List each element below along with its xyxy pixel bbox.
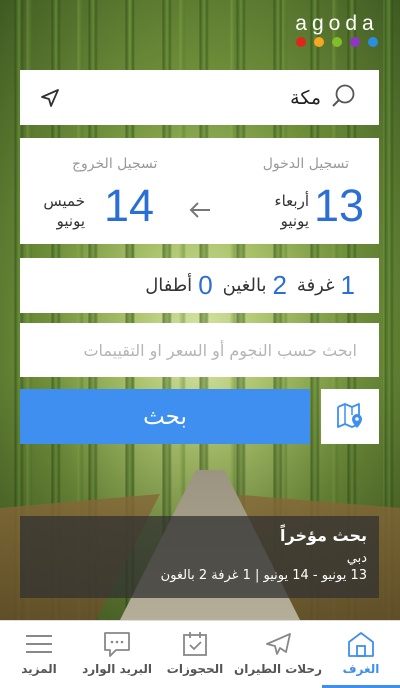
checkin-month: يونيو (280, 212, 309, 230)
arrow-left-icon (188, 200, 212, 224)
logo-dot (332, 37, 342, 47)
building-icon (344, 629, 378, 659)
checkout-label: تسجيل الخروج (72, 156, 158, 172)
checkout-date[interactable]: تسجيل الخروج 14 خميس يونيو (20, 138, 180, 244)
nav-item-rooms[interactable]: الغرف (321, 621, 400, 688)
adults-count: 2 (272, 270, 287, 300)
nav-label: المزيد (21, 662, 57, 676)
filter-placeholder: ابحث حسب النجوم أو السعر او التقييمات (83, 340, 357, 360)
destination-city: مكة (290, 86, 321, 109)
rooms-label: غرفة (296, 275, 335, 296)
nav-label: الغرف (342, 662, 380, 676)
checkin-label: تسجيل الدخول (262, 156, 349, 172)
map-pin-icon (335, 400, 365, 434)
menu-icon (22, 629, 56, 659)
guests-selector[interactable]: 1 غرفة 2 بالغين 0 أطفال (20, 258, 379, 313)
chat-icon (100, 629, 134, 659)
dates-selector[interactable]: تسجيل الدخول 13 أربعاء يونيو تسجيل الخرو… (20, 138, 379, 244)
checkout-month: يونيو (56, 212, 85, 230)
recent-city: دبي (346, 551, 367, 566)
recent-search-card[interactable]: بحث مؤخراً دبي 13 يونيو - 14 يونيو | 1 غ… (20, 516, 379, 598)
nav-label: الحجوزات (166, 662, 224, 676)
logo-dot (314, 37, 324, 47)
logo-dot (350, 37, 360, 47)
nav-item-inbox[interactable]: البريد الوارد (78, 621, 156, 688)
destination-search-field[interactable]: مكة (20, 70, 379, 125)
filter-field[interactable]: ابحث حسب النجوم أو السعر او التقييمات (20, 323, 379, 377)
logo-dot (368, 37, 378, 47)
search-icon (331, 83, 357, 113)
nav-item-more[interactable]: المزيد (0, 621, 78, 688)
search-button[interactable]: بحث (20, 389, 310, 444)
logo-text: agoda (295, 12, 379, 35)
checkin-weekday: أربعاء (274, 192, 309, 210)
nav-item-flights[interactable]: رحلات الطيران (234, 621, 322, 688)
logo-dots (294, 37, 380, 47)
children-label: أطفال (145, 275, 193, 296)
calendar-check-icon (178, 629, 212, 659)
agoda-logo: agoda (294, 12, 380, 47)
children-count: 0 (198, 270, 213, 300)
logo-dot (296, 37, 306, 47)
bottom-navigation: المزيد البريد الوارد الحجوزات رحلات الطي… (0, 620, 400, 688)
checkout-weekday: خميس (43, 192, 85, 210)
plane-icon (261, 629, 295, 659)
checkin-day: 13 (314, 180, 365, 231)
checkin-date[interactable]: تسجيل الدخول 13 أربعاء يونيو (210, 138, 379, 244)
recent-title: بحث مؤخراً (280, 526, 367, 545)
recent-details: 13 يونيو - 14 يونيو | 1 غرفة 2 بالغون (160, 568, 367, 583)
nav-item-bookings[interactable]: الحجوزات (156, 621, 234, 688)
rooms-count: 1 (340, 270, 355, 300)
nav-label: رحلات الطيران (234, 662, 322, 676)
nav-label: البريد الوارد (82, 662, 152, 676)
checkout-day: 14 (104, 180, 155, 231)
location-arrow-icon[interactable] (38, 86, 62, 110)
map-button[interactable] (321, 389, 379, 444)
adults-label: بالغين (222, 275, 267, 296)
